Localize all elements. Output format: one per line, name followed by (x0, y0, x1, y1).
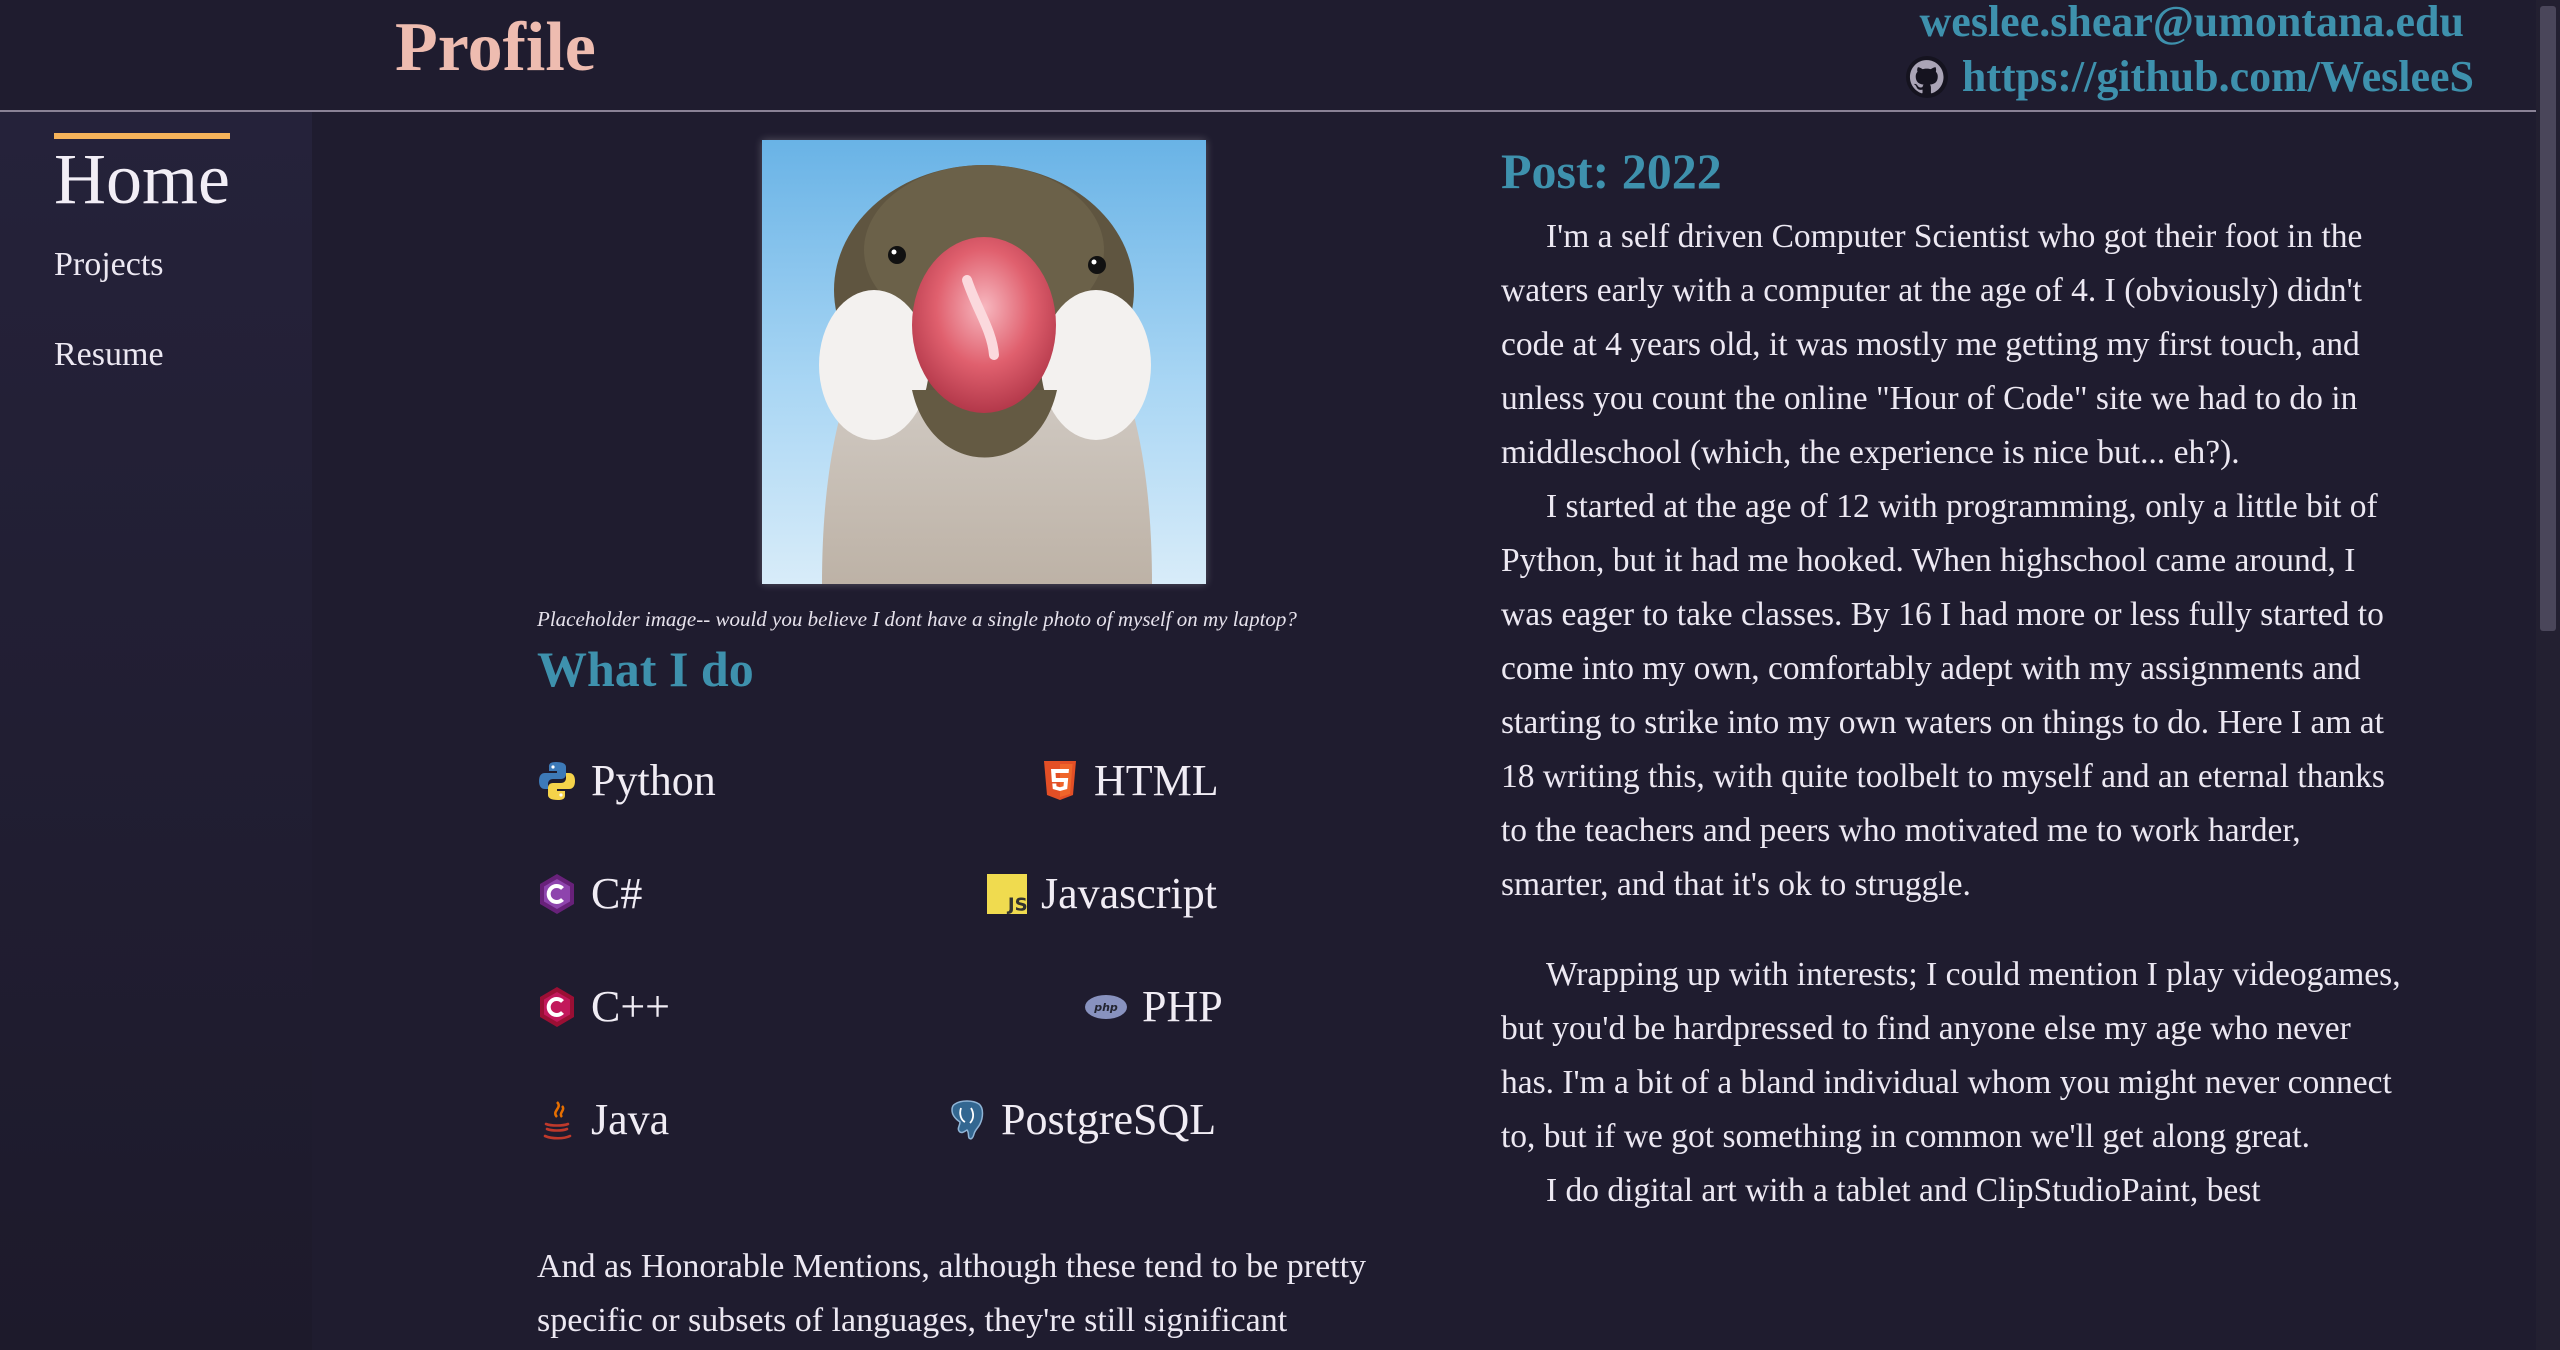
page-title: Profile (395, 9, 596, 86)
post-paragraph: I'm a self driven Computer Scientist who… (1501, 218, 2363, 471)
skill-label: Python (591, 756, 716, 805)
php-icon: php (1085, 994, 1127, 1019)
post-paragraph: Wrapping up with interests; I could ment… (1501, 956, 2401, 1155)
csharp-icon (540, 873, 574, 914)
contact-links: weslee.shear@umontana.edu https://github… (1905, 0, 2474, 102)
sidebar-item-home[interactable]: Home (54, 138, 230, 221)
sidebar-nav: Home Projects Resume (0, 112, 312, 1350)
top-bar: Profile weslee.shear@umontana.edu https:… (0, 0, 2536, 112)
skill-javascript: JS Javascript (987, 868, 1217, 919)
profile-photo (762, 140, 1206, 584)
skill-label: Java (591, 1095, 670, 1144)
photo-caption: Placeholder image-- would you believe I … (537, 607, 1297, 631)
post-paragraph: I do digital art with a tablet and ClipS… (1546, 1172, 2261, 1209)
github-icon (1905, 56, 1948, 98)
postgresql-icon (951, 1099, 984, 1140)
svg-text:php: php (1093, 1001, 1118, 1014)
sidebar-item-projects[interactable]: Projects (54, 246, 164, 284)
skill-csharp: C# (537, 868, 642, 919)
page-scrollbar[interactable] (2536, 0, 2560, 1350)
post-body: I'm a self driven Computer Scientist who… (1501, 210, 2411, 1218)
post-paragraph: I started at the age of 12 with programm… (1501, 488, 2385, 903)
scrollbar-thumb[interactable] (2540, 6, 2556, 631)
skill-label: PostgreSQL (1001, 1095, 1217, 1144)
skill-php: php PHP (1084, 981, 1223, 1032)
skill-python: Python (537, 755, 716, 806)
html5-icon (1044, 760, 1076, 800)
github-row[interactable]: https://github.com/WesleeS (1905, 52, 2474, 102)
python-icon (539, 761, 575, 800)
honorable-mentions-text: And as Honorable Mentions, although thes… (537, 1248, 1367, 1339)
skill-label: Javascript (1041, 869, 1217, 918)
bird-illustration (819, 165, 1152, 584)
javascript-icon: JS (987, 873, 1027, 915)
cplusplus-icon (540, 986, 574, 1027)
svg-text:JS: JS (1006, 894, 1027, 915)
what-i-do-heading: What I do (537, 641, 754, 697)
skill-label: HTML (1094, 756, 1219, 805)
post-heading: Post: 2022 (1501, 143, 1722, 199)
skill-postgresql: PostgreSQL (947, 1094, 1216, 1145)
skill-html: HTML (1040, 755, 1219, 806)
email-link[interactable]: weslee.shear@umontana.edu (1906, 0, 2464, 44)
java-icon (543, 1100, 572, 1140)
skill-label: PHP (1142, 982, 1223, 1031)
skill-cplusplus: C++ (537, 981, 670, 1032)
skill-label: C# (591, 869, 643, 918)
skill-java: Java (537, 1094, 669, 1145)
github-link[interactable]: https://github.com/WesleeS (1962, 52, 2474, 102)
skill-label: C++ (591, 982, 670, 1031)
sidebar-item-resume[interactable]: Resume (54, 336, 164, 374)
